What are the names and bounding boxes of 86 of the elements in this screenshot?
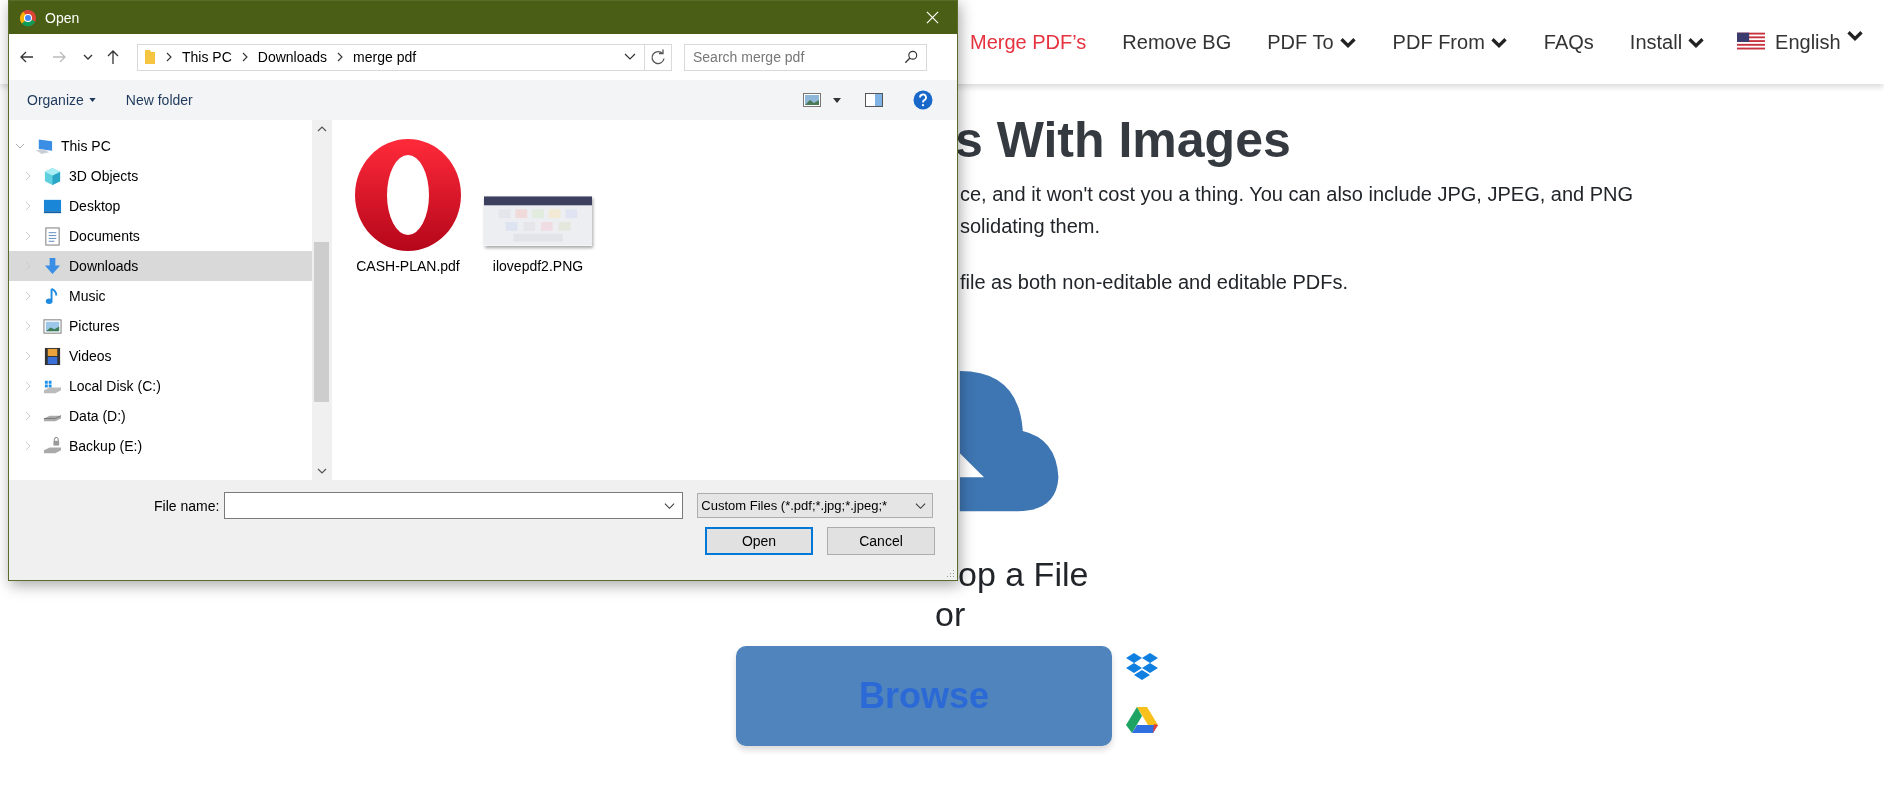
download-arrow-icon [43, 256, 62, 276]
nav-link[interactable]: PDF From [1392, 30, 1508, 54]
file-item[interactable]: ilovepdf2.PNG [482, 134, 594, 274]
toolbar-button[interactable]: Organize [27, 92, 96, 108]
cube-icon [43, 166, 62, 186]
chevron-icon [15, 141, 25, 151]
chevron-down-icon[interactable] [83, 52, 93, 62]
file-item[interactable]: CASH-PLAN.pdf [352, 134, 464, 274]
flag-icon [1737, 32, 1766, 52]
chevron-right-icon [165, 52, 173, 62]
scrollbar-thumb[interactable] [314, 242, 329, 402]
resize-grip-icon[interactable] [945, 568, 955, 578]
intro-text: ce, and it won't cost you a thing. You can also include JPG, JPEG, and PNG [960, 182, 1635, 207]
drive-icon[interactable] [1126, 706, 1158, 734]
chevron-down-icon [1687, 35, 1706, 49]
tree-item[interactable]: Downloads [9, 251, 312, 281]
breadcrumb[interactable]: merge pdf [353, 49, 417, 65]
chevron-down-icon [1845, 28, 1864, 42]
file-name-label: File name: [154, 497, 220, 514]
dropbox-icon[interactable] [1126, 652, 1158, 680]
chevron-icon [23, 411, 33, 421]
up-arrow-icon[interactable] [105, 49, 121, 65]
tree-item[interactable]: Videos [9, 341, 312, 371]
chevron-right-icon [336, 52, 345, 62]
tree-item[interactable]: Documents [9, 221, 312, 251]
tree-item[interactable]: Pictures [9, 311, 312, 341]
chevron-down-icon [1489, 35, 1508, 49]
chevron-right-icon [240, 52, 249, 62]
chevron-down-icon [1338, 35, 1357, 49]
search-field[interactable]: Search merge pdf [684, 43, 927, 71]
chevron-down-icon [664, 501, 676, 510]
search-icon [904, 49, 918, 64]
back-arrow-icon[interactable] [19, 49, 35, 65]
chevron-down-icon [915, 501, 927, 510]
note-text: file as both non-editable and editable PDFs. [960, 270, 1350, 295]
app-icon [19, 8, 37, 27]
drop-text: op a File [958, 554, 1090, 594]
window-title: Open [45, 9, 80, 26]
file-name-field[interactable] [224, 492, 684, 519]
tree-item[interactable]: This PC [9, 131, 312, 161]
help-icon[interactable] [913, 90, 933, 110]
chevron-icon [23, 291, 33, 301]
nav-link[interactable]: FAQs [1543, 30, 1594, 54]
tree-item[interactable]: Desktop [9, 191, 312, 221]
tree-item[interactable]: Backup (E:) [9, 431, 312, 461]
nav-link[interactable]: Install [1629, 30, 1706, 54]
or-text: or [935, 594, 967, 634]
locked-drive-icon [43, 436, 62, 456]
scroll-down-icon[interactable] [316, 468, 327, 474]
chevron-icon [23, 351, 33, 361]
drive-icon [43, 414, 62, 422]
tree-item[interactable]: Music [9, 281, 312, 311]
breadcrumb[interactable]: This PC [182, 49, 232, 65]
address-bar[interactable]: This PC Downloads merge pdf [137, 43, 672, 71]
breadcrumb[interactable]: Downloads [257, 49, 328, 65]
chevron-down-icon[interactable] [624, 52, 636, 62]
toolbar-button[interactable]: New folder [125, 92, 193, 108]
image-icon [43, 316, 62, 336]
dialog-button[interactable]: Open [705, 527, 813, 555]
dialog-button[interactable]: Cancel [827, 527, 935, 555]
scroll-up-icon[interactable] [316, 126, 327, 132]
chevron-icon [23, 231, 33, 241]
chevron-icon [23, 321, 33, 331]
film-icon [43, 346, 62, 366]
intro-text: solidating them. [960, 214, 1102, 239]
caret-icon[interactable] [833, 97, 841, 103]
nav-link[interactable]: Merge PDF’s [970, 30, 1087, 54]
ring-icon [353, 137, 463, 252]
nav-link[interactable]: Remove BG [1122, 30, 1232, 54]
document-icon [43, 226, 62, 246]
caret-icon [88, 98, 96, 102]
nav-link[interactable]: PDF To [1267, 30, 1357, 54]
tree-item[interactable]: Local Disk (C:) [9, 371, 312, 401]
close-icon[interactable] [926, 11, 939, 24]
file-type-dropdown[interactable]: Custom Files (*.pdf;*.jpg;*.jpeg;* [697, 493, 934, 518]
chevron-icon [23, 441, 33, 451]
chevron-icon [23, 171, 33, 181]
view-icon[interactable] [803, 93, 821, 107]
chevron-icon [23, 201, 33, 211]
folder-icon [144, 49, 156, 65]
page-heading: s With Images [955, 111, 1292, 170]
preview-pane-icon[interactable] [865, 93, 883, 107]
chevron-icon [23, 381, 33, 391]
tree-item[interactable]: 3D Objects [9, 161, 312, 191]
language-selector[interactable]: English [1775, 30, 1864, 54]
tree-item[interactable]: Data (D:) [9, 401, 312, 431]
